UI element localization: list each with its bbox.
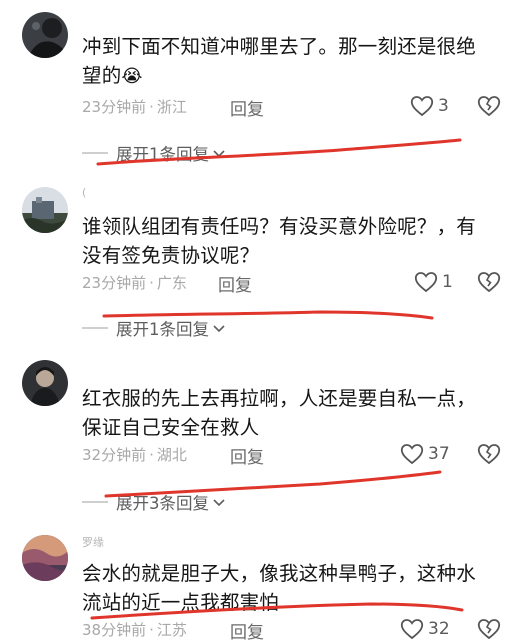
- avatar[interactable]: [22, 187, 68, 233]
- expand-replies-label: 展开1条回复: [116, 320, 209, 339]
- username[interactable]: (: [82, 186, 86, 199]
- reply-button[interactable]: 回复: [230, 618, 264, 643]
- broken-heart-icon: [477, 619, 501, 640]
- like-count: 32: [428, 619, 450, 639]
- comment-text-line: 保证自己安全在救人: [82, 416, 260, 439]
- broken-heart-icon: [477, 96, 501, 117]
- comment-location: 江苏: [156, 621, 187, 639]
- comment-text-line: 谁领队组团有责任吗？有没买意外险呢？，有: [82, 215, 477, 238]
- comment-time: 23分钟前: [82, 98, 147, 116]
- comment-3: 红衣服的先上去再拉啊，人还是要自私一点， 保证自己安全在救人 32分钟前 · 湖北 …: [0, 340, 522, 515]
- like-count: 1: [442, 272, 453, 292]
- comment-text-line: 望的😭: [82, 61, 502, 91]
- broken-heart-icon: [477, 272, 501, 293]
- comment-meta: 23分钟前 · 广东: [82, 274, 187, 292]
- reply-button[interactable]: 回复: [230, 95, 264, 120]
- reply-button[interactable]: 回复: [218, 271, 252, 296]
- heart-outline-icon: [410, 96, 434, 117]
- comment-location: 湖北: [156, 446, 187, 464]
- comment-meta: 23分钟前 · 浙江: [82, 98, 187, 116]
- comment-time: 32分钟前: [82, 446, 147, 464]
- comment-text: 冲到下面不知道冲哪里去了。那一刻还是很绝 望的😭: [82, 32, 502, 91]
- comment-text-line: 流站的近一点我都害怕: [82, 591, 280, 614]
- dislike-button[interactable]: [477, 618, 501, 644]
- comment-time: 38分钟前: [82, 621, 147, 639]
- comment-2: ( 谁领队组团有责任吗？有没买意外险呢？，有 没有签免责协议呢？ 23分钟前 · 广…: [0, 170, 522, 340]
- expand-replies-label: 展开1条回复: [116, 145, 209, 164]
- dislike-button[interactable]: [477, 443, 501, 469]
- comment-text-line: 会水的就是胆子大，像我这种旱鸭子，这种水: [82, 562, 477, 585]
- dislike-button[interactable]: [477, 271, 501, 297]
- comment-1: 冲到下面不知道冲哪里去了。那一刻还是很绝 望的😭 23分钟前 · 浙江 回复 3 展…: [0, 0, 522, 170]
- heart-outline-icon: [400, 619, 424, 640]
- avatar-image-icon: [22, 360, 68, 406]
- comment-meta: 38分钟前 · 江苏: [82, 621, 187, 639]
- avatar[interactable]: [22, 12, 68, 58]
- divider-dash: [82, 152, 108, 154]
- divider-dash: [82, 501, 108, 503]
- like-button[interactable]: 37: [400, 443, 450, 465]
- like-button[interactable]: 32: [400, 618, 450, 640]
- comment-text-span: 望的: [82, 64, 122, 87]
- avatar[interactable]: [22, 535, 68, 581]
- like-button[interactable]: 3: [410, 95, 449, 117]
- comment-4: 罗缘 会水的就是胆子大，像我这种旱鸭子，这种水 流站的近一点我都害怕 38分钟前…: [0, 515, 522, 643]
- avatar[interactable]: [22, 360, 68, 406]
- broken-heart-icon: [477, 444, 501, 465]
- expand-replies-button[interactable]: 展开1条回复: [82, 141, 226, 165]
- heart-outline-icon: [414, 272, 438, 293]
- chevron-down-icon: [213, 150, 225, 158]
- avatar-image-icon: [22, 187, 68, 233]
- crying-emoji-icon: 😭: [121, 66, 143, 87]
- comment-text-line: 红衣服的先上去再拉啊，人还是要自私一点，: [82, 387, 477, 410]
- chevron-down-icon: [213, 499, 225, 507]
- comment-text: 红衣服的先上去再拉啊，人还是要自私一点， 保证自己安全在救人: [82, 384, 502, 442]
- like-button[interactable]: 1: [414, 271, 453, 293]
- chevron-down-icon: [213, 325, 225, 333]
- username[interactable]: 罗缘: [82, 534, 104, 550]
- reply-button[interactable]: 回复: [230, 443, 264, 468]
- dislike-button[interactable]: [477, 95, 501, 121]
- divider-dash: [82, 327, 108, 329]
- expand-replies-button[interactable]: 展开1条回复: [82, 316, 226, 340]
- comment-time: 23分钟前: [82, 274, 147, 292]
- comment-meta: 32分钟前 · 湖北: [82, 446, 187, 464]
- comment-text-line: 冲到下面不知道冲哪里去了。那一刻还是很绝: [82, 35, 477, 58]
- avatar-image-icon: [22, 12, 68, 58]
- comment-location: 广东: [156, 274, 187, 292]
- like-count: 37: [428, 444, 450, 464]
- expand-replies-label: 展开3条回复: [116, 494, 209, 513]
- avatar-image-icon: [22, 535, 68, 581]
- heart-outline-icon: [400, 444, 424, 465]
- like-count: 3: [438, 96, 449, 116]
- comment-text-line: 没有签免责协议呢？: [82, 244, 260, 267]
- comment-text: 谁领队组团有责任吗？有没买意外险呢？，有 没有签免责协议呢？: [82, 212, 502, 270]
- comment-text: 会水的就是胆子大，像我这种旱鸭子，这种水 流站的近一点我都害怕: [82, 559, 502, 617]
- comment-location: 浙江: [156, 98, 187, 116]
- expand-replies-button[interactable]: 展开3条回复: [82, 490, 226, 514]
